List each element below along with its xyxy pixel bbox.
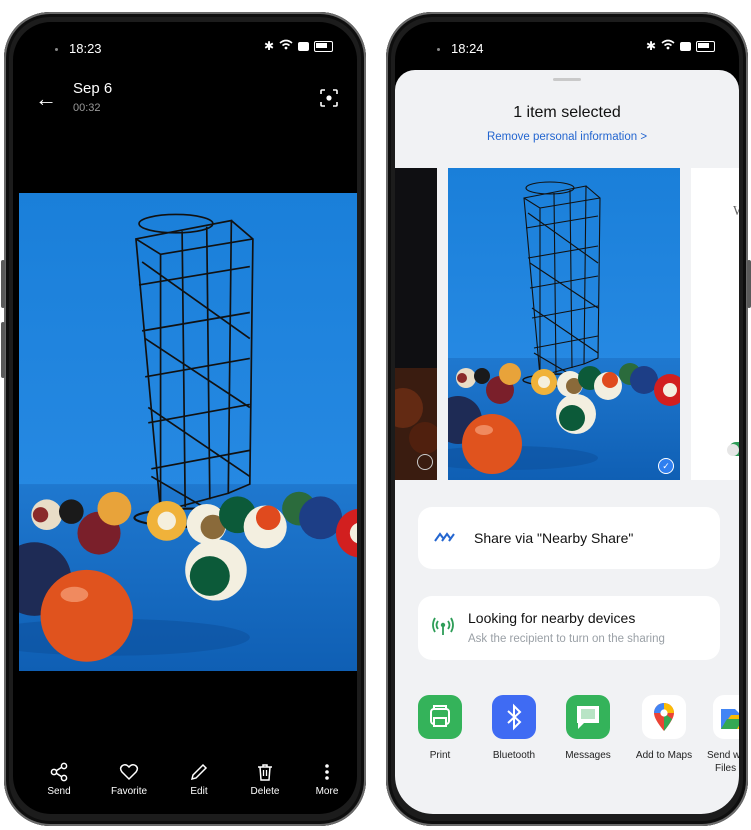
share-sheet: 1 item selected Remove personal informat… — [395, 70, 739, 814]
heart-icon — [119, 764, 139, 781]
delete-label: Delete — [250, 786, 280, 797]
carousel-prev-photo[interactable] — [395, 168, 437, 480]
share-sheet-screen: 18:24 ✱ 1 item selected Remove personal … — [395, 22, 739, 814]
remove-personal-info-link[interactable]: Remove personal information > — [395, 131, 739, 143]
status-bar: 18:23 ✱ — [13, 22, 357, 62]
photo-date: Sep 6 — [73, 80, 113, 97]
status-bar: 18:24 ✱ — [395, 22, 739, 62]
trash-icon — [258, 764, 272, 781]
carousel-next-card[interactable]: W — [691, 168, 739, 480]
status-time: 18:24 — [451, 41, 484, 56]
selected-check-icon[interactable]: ✓ — [658, 458, 674, 474]
power-button — [747, 260, 751, 308]
favorite-button[interactable]: Favorite — [99, 762, 159, 797]
gallery-viewer-screen: 18:23 ✱ ← Sep 6 00:32 Send Favorite Edit… — [13, 22, 357, 814]
app-label: Send w — [707, 750, 739, 761]
app-bluetooth[interactable]: Bluetooth — [477, 695, 551, 762]
delete-button[interactable]: Delete — [235, 762, 295, 797]
camera-dot — [437, 48, 440, 51]
status-time: 18:23 — [69, 41, 102, 56]
maps-pin-icon — [642, 695, 686, 739]
sheet-drag-handle[interactable] — [553, 78, 581, 81]
sheet-title: 1 item selected — [513, 104, 621, 121]
next-card-letter: W — [733, 204, 739, 220]
nearby-devices-card[interactable]: Looking for nearby devices Ask the recip… — [418, 596, 720, 660]
bluetooth-status-icon: ✱ — [263, 39, 274, 53]
photo-main[interactable] — [19, 193, 357, 671]
send-button[interactable]: Send — [29, 762, 89, 797]
app-label: Bluetooth — [492, 750, 536, 761]
looking-subtitle: Ask the recipient to turn on the sharing — [468, 633, 665, 645]
sim-icon — [298, 41, 309, 51]
volume-button — [1, 260, 5, 308]
more-label: More — [315, 786, 339, 797]
share-icon — [50, 762, 68, 782]
sim-icon — [680, 41, 691, 51]
looking-title: Looking for nearby devices — [468, 610, 636, 626]
unselected-checkbox[interactable] — [417, 454, 433, 470]
app-files[interactable]: Send w Files a — [701, 695, 739, 775]
more-button[interactable]: More — [297, 762, 357, 797]
pencil-icon — [190, 763, 208, 781]
wifi-icon — [661, 39, 675, 53]
app-messages[interactable]: Messages — [551, 695, 625, 762]
selected-photo[interactable]: ✓ — [448, 168, 680, 480]
bluetooth-status-icon: ✱ — [645, 39, 656, 53]
edit-button[interactable]: Edit — [169, 762, 229, 797]
app-add-to-maps[interactable]: Add to Maps — [627, 695, 701, 762]
battery-icon — [696, 40, 715, 52]
nearby-share-label: Share via "Nearby Share" — [474, 530, 634, 546]
share-app-row: Print Bluetooth Messages Add to Maps Sen… — [395, 695, 739, 775]
nearby-share-button[interactable]: Share via "Nearby Share" — [418, 507, 720, 569]
photo-toolbar: Send Favorite Edit Delete More — [13, 762, 357, 812]
volume-button — [1, 322, 5, 378]
edit-label: Edit — [190, 786, 208, 797]
bluetooth-icon — [492, 695, 536, 739]
app-label-line2: Files a — [715, 763, 739, 774]
camera-dot — [55, 48, 58, 51]
lens-scan-icon[interactable] — [319, 88, 339, 108]
send-label: Send — [47, 786, 71, 797]
app-label: Print — [429, 750, 451, 761]
next-card-toggle-knob — [727, 444, 739, 456]
favorite-label: Favorite — [110, 786, 148, 797]
phone-right: 18:24 ✱ 1 item selected Remove personal … — [386, 12, 751, 826]
files-icon — [713, 695, 739, 739]
photo-time: 00:32 — [73, 102, 101, 114]
radar-icon — [432, 617, 454, 635]
nearby-share-icon — [434, 532, 455, 542]
more-vertical-icon — [325, 764, 329, 780]
phone-left: 18:23 ✱ ← Sep 6 00:32 Send Favorite Edit… — [1, 12, 366, 826]
battery-icon — [314, 40, 333, 52]
wifi-icon — [279, 39, 293, 53]
back-arrow-icon[interactable]: ← — [35, 86, 57, 112]
print-icon — [418, 695, 462, 739]
photo-carousel[interactable]: ✓ W — [395, 168, 739, 480]
app-label: Add to Maps — [635, 750, 693, 761]
messages-icon — [566, 695, 610, 739]
app-label: Messages — [565, 750, 611, 761]
app-print[interactable]: Print — [403, 695, 477, 762]
